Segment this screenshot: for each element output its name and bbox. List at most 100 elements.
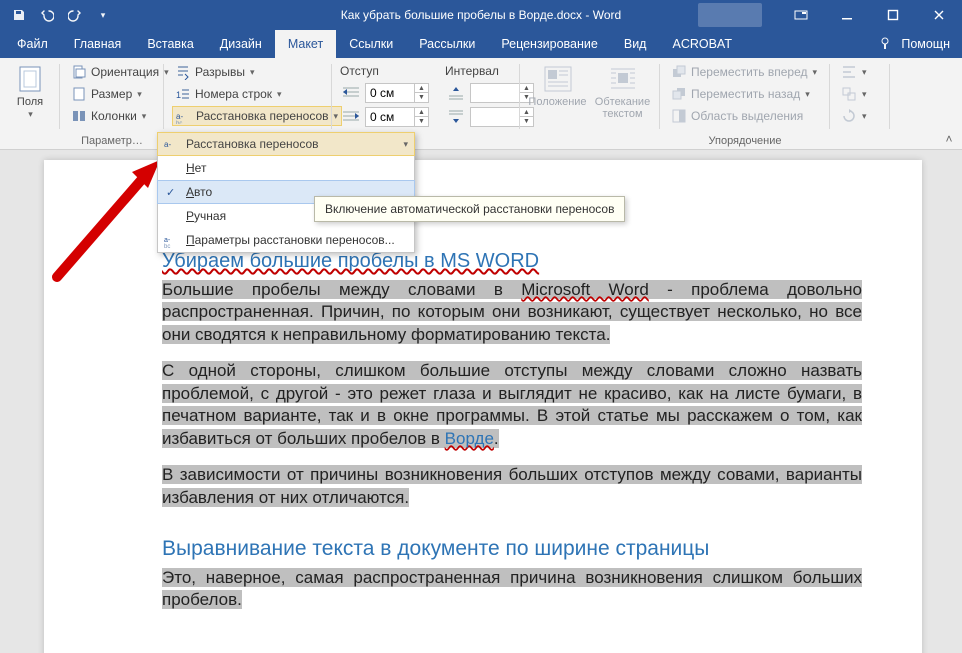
ribbon: Поля▾ Ориентация▾ Размер▾ Колонки▾ П [0,58,962,150]
spin-down-icon[interactable]: ▼ [414,93,428,102]
group-button: ▾ [838,84,870,104]
indent-left-icon [340,84,362,102]
doc-paragraph-1: Большие пробелы между словами в Microsof… [162,279,862,346]
hyphenation-trigger-label: Расстановка переносов [186,137,319,151]
margins-button[interactable]: Поля▾ [8,62,52,120]
rotate-button: ▾ [838,106,870,126]
qat-customize-icon[interactable]: ▾ [96,8,110,22]
align-button: ▾ [838,62,870,82]
tab-view[interactable]: Вид [611,30,660,58]
svg-text:a-: a- [176,112,183,121]
bring-forward-button: Переместить вперед▾ [668,62,820,82]
tab-review[interactable]: Рецензирование [488,30,611,58]
line-numbers-label: Номера строк [195,87,272,101]
doc-paragraph-3: В зависимости от причины возникновения б… [162,464,862,509]
ribbon-tabs: Файл Главная Вставка Дизайн Макет Ссылки… [0,30,962,58]
collapse-ribbon-icon[interactable]: ˄ [936,58,962,149]
titlebar: ▾ Как убрать большие пробелы в Ворде.doc… [0,0,962,30]
margins-label: Поля [17,96,43,108]
indent-header: Отступ [340,64,429,78]
hyphenation-icon: a- [164,136,180,152]
columns-label: Колонки [91,109,137,123]
indent-left-input[interactable]: ▲▼ [365,83,429,103]
svg-text:bc: bc [176,121,182,124]
doc-heading-2: Выравнивание текста в документе по ширин… [162,537,709,560]
tellme-icon [879,37,893,51]
rotate-icon [841,108,857,124]
orientation-icon [71,64,87,80]
tab-design[interactable]: Дизайн [207,30,275,58]
group-page-setup-label: Параметр… [60,135,164,147]
group-arrange-label: Упорядочение [660,135,830,147]
breaks-label: Разрывы [195,65,245,79]
hyphenation-icon: a-bc [176,108,192,124]
svg-text:a-: a- [164,237,171,244]
send-backward-button: Переместить назад▾ [668,84,820,104]
indent-left-row: ▲▼ [340,82,429,104]
selection-pane-icon [671,108,687,124]
menu-item-options[interactable]: a-bc Параметры расстановки переносов... [158,228,414,252]
hyphenation-button[interactable]: a-bc Расстановка переносов▾ [172,106,342,126]
document-area: Убираем большие пробелы в MS WORD Больши… [0,150,962,653]
tab-acrobat[interactable]: ACROBAT [659,30,745,58]
spin-up-icon[interactable]: ▲ [414,84,428,93]
wrap-label: Обтекание текстом [593,96,652,120]
size-button[interactable]: Размер▾ [68,84,172,104]
indent-right-row: ▲▼ [340,106,429,128]
tab-mailings[interactable]: Рассылки [406,30,488,58]
redo-icon[interactable] [68,8,82,22]
undo-icon[interactable] [40,8,54,22]
svg-text:a-: a- [164,140,171,149]
tab-file[interactable]: Файл [4,30,61,58]
columns-button[interactable]: Колонки▾ [68,106,172,126]
tab-home[interactable]: Главная [61,30,135,58]
tab-layout[interactable]: Макет [275,30,336,58]
breaks-button[interactable]: Разрывы▾ [172,62,342,82]
bring-forward-label: Переместить вперед [691,65,807,79]
svg-text:1: 1 [176,90,181,100]
doc-paragraph-2: С одной стороны, слишком большие отступы… [162,360,862,450]
tab-insert[interactable]: Вставка [134,30,206,58]
group-icon [841,86,857,102]
size-icon [71,86,87,102]
svg-text:bc: bc [164,244,170,248]
tooltip: Включение автоматической расстановки пер… [314,196,625,222]
tab-references[interactable]: Ссылки [336,30,406,58]
maximize-icon[interactable] [870,0,916,30]
selection-pane-button: Область выделения [668,106,820,126]
orientation-label: Ориентация [91,65,159,79]
columns-icon [71,108,87,124]
hyphenation-trigger[interactable]: a- Расстановка переносов ▾ [157,132,415,156]
doc-paragraph-4: Это, наверное, самая распространенная пр… [162,567,862,612]
send-backward-icon [671,86,687,102]
line-numbers-button[interactable]: 1 Номера строк▾ [172,84,342,104]
user-badge[interactable] [698,3,762,27]
spacing-before-icon [445,84,467,102]
line-numbers-icon: 1 [175,86,191,102]
selection-pane-label: Область выделения [691,109,803,123]
position-button: Положение [528,62,587,108]
doc-heading-1: Убираем большие пробелы в MS WORD [162,250,539,272]
hyphenation-label: Расстановка переносов [196,109,329,123]
wrap-text-button: Обтекание текстом [593,62,652,120]
indent-right-input[interactable]: ▲▼ [365,107,429,127]
indent-right-icon [340,108,362,126]
spin-down-icon[interactable]: ▼ [414,117,428,126]
minimize-icon[interactable] [824,0,870,30]
close-icon[interactable] [916,0,962,30]
ribbon-options-icon[interactable] [778,0,824,30]
tab-tellme[interactable]: Помощн [897,37,954,51]
spin-up-icon[interactable]: ▲ [414,108,428,117]
hyphenation-menu: a- Расстановка переносов ▾ Нет ✓Авто Руч… [157,132,415,253]
position-label: Положение [528,96,586,108]
size-label: Размер [91,87,132,101]
orientation-button[interactable]: Ориентация▾ [68,62,172,82]
align-icon [841,64,857,80]
spacing-after-icon [445,108,467,126]
menu-item-none[interactable]: Нет [158,156,414,180]
bring-forward-icon [671,64,687,80]
hyphenation-options-icon: a-bc [164,232,180,248]
save-icon[interactable] [12,8,26,22]
breaks-icon [175,64,191,80]
check-icon: ✓ [166,186,175,199]
